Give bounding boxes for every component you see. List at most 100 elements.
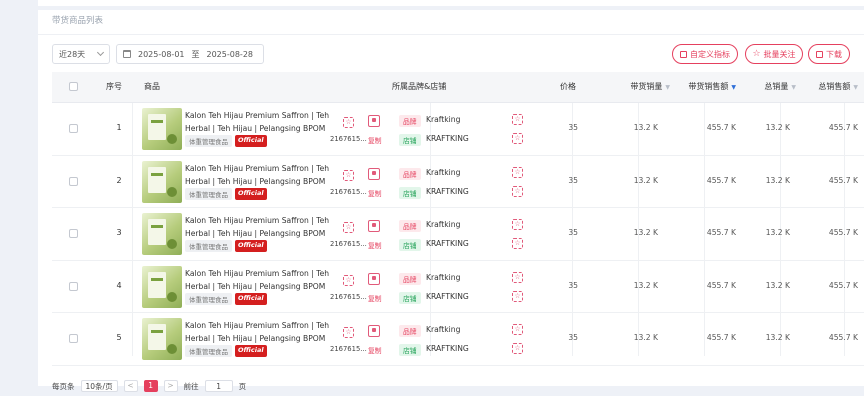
select-all-checkbox[interactable] (69, 82, 78, 91)
page-1-button[interactable]: 1 (143, 380, 158, 392)
brand-name[interactable]: Kraftking (426, 220, 460, 229)
download-button[interactable]: 下载 (808, 44, 850, 64)
row-index: 5 (116, 333, 122, 343)
per-page-select[interactable]: 10条/页 (80, 380, 118, 392)
total-amount-cell: 455.7 K (828, 228, 858, 238)
pagination: 每页条 10条/页 < 1 > 前往 1 页 (52, 376, 246, 396)
official-badge: Official (235, 345, 267, 358)
row-checkbox[interactable] (69, 176, 78, 186)
date-from[interactable]: 2025-08-01 (138, 50, 185, 59)
follow-brand-icon[interactable]: ☆ (512, 271, 523, 283)
sales-volume-cell: 13.2 K (633, 228, 658, 238)
product-id: 2167615... (330, 345, 367, 354)
follow-product-icon[interactable]: ☆ (343, 274, 354, 286)
product-name[interactable]: Kalon Teh Hijau Premium Saffron | Teh He… (185, 109, 331, 135)
brand-name[interactable]: Kraftking (426, 273, 460, 282)
follow-product-icon[interactable]: ☆ (343, 327, 354, 339)
product-name[interactable]: Kalon Teh Hijau Premium Saffron | Teh He… (185, 267, 331, 293)
follow-brand-icon[interactable]: ☆ (512, 114, 523, 125)
shop-icon[interactable] (368, 220, 380, 233)
brand-name[interactable]: Kraftking (426, 168, 460, 177)
date-picker[interactable]: 2025-08-01 至 2025-08-28 (116, 44, 264, 64)
col-total-amount-header[interactable]: 总销售额 ▼ (794, 72, 858, 102)
col-sales-volume-header[interactable]: 带货销量 ▼ (596, 72, 670, 102)
copy-id-link[interactable]: 复制 (368, 293, 382, 303)
follow-brand-icon[interactable]: ☆ (512, 219, 523, 231)
shop-name[interactable]: KRAFTKING (426, 292, 469, 301)
date-to[interactable]: 2025-08-28 (207, 50, 254, 59)
row-index: 3 (116, 228, 122, 238)
copy-id-link[interactable]: 复制 (368, 345, 382, 355)
copy-id-link[interactable]: 复制 (368, 188, 382, 198)
sales-volume-cell: 13.2 K (633, 280, 658, 290)
col-total-volume: 总销量 (764, 82, 789, 91)
follow-shop-icon[interactable]: ☆ (512, 290, 523, 302)
shop-tag: 店铺 (399, 239, 421, 252)
product-thumbnail[interactable] (142, 108, 182, 150)
custom-metrics-button[interactable]: 自定义指标 (672, 44, 738, 64)
sort-caret-icon[interactable]: ▼ (853, 84, 858, 91)
prev-page-button[interactable]: < (123, 380, 138, 392)
brand-name[interactable]: Kraftking (426, 325, 460, 334)
product-thumbnail[interactable] (142, 213, 182, 256)
batch-follow-button[interactable]: ☆ 批量关注 (745, 44, 803, 64)
follow-shop-icon[interactable]: ☆ (512, 343, 523, 355)
col-sales-amount-header[interactable]: 带货销售额 ▼ (662, 72, 736, 102)
table-row[interactable]: 5 Kalon Teh Hijau Premium Saffron | Teh … (52, 313, 864, 366)
product-thumbnail[interactable] (142, 160, 182, 203)
total-volume-cell: 13.2 K (765, 123, 790, 132)
product-thumbnail[interactable] (142, 265, 182, 308)
product-thumbnail[interactable] (142, 318, 182, 361)
row-checkbox[interactable] (69, 124, 78, 133)
brand-name[interactable]: Kraftking (426, 115, 460, 124)
shop-name[interactable]: KRAFTKING (426, 134, 469, 143)
sales-amount-cell: 455.7 K (706, 175, 736, 185)
shop-icon[interactable] (368, 167, 380, 180)
follow-product-icon[interactable]: ☆ (343, 117, 354, 128)
col-product: 商品 (144, 82, 160, 91)
col-price: 价格 (560, 82, 576, 91)
official-badge: Official (235, 187, 267, 200)
product-id: 2167615... (330, 292, 367, 301)
shop-icon[interactable] (368, 115, 380, 127)
row-checkbox[interactable] (69, 229, 78, 239)
table-header: 序号 商品 所属品牌&店铺 价格 带货销量 ▼ 带货销售额 ▼ 总销量 ▼ 总销售额 ▼ (52, 72, 864, 103)
follow-product-icon[interactable]: ☆ (343, 169, 354, 181)
total-volume-cell: 13.2 K (765, 228, 790, 238)
price-cell: 35 (568, 280, 578, 290)
category-tag: 体重管理食品 (185, 135, 232, 147)
sales-amount-cell: 455.7 K (706, 228, 736, 238)
date-range-select[interactable]: 近28天 (52, 44, 110, 64)
copy-id-link[interactable]: 复制 (368, 240, 382, 250)
official-badge: Official (235, 135, 267, 147)
follow-shop-icon[interactable]: ☆ (512, 133, 523, 144)
product-name[interactable]: Kalon Teh Hijau Premium Saffron | Teh He… (185, 319, 331, 345)
follow-brand-icon[interactable]: ☆ (512, 324, 523, 336)
col-sales-amount: 带货销售额 (688, 82, 729, 91)
shop-name[interactable]: KRAFTKING (426, 239, 469, 248)
table-row[interactable]: 2 Kalon Teh Hijau Premium Saffron | Teh … (52, 156, 864, 209)
table-row[interactable]: 4 Kalon Teh Hijau Premium Saffron | Teh … (52, 261, 864, 314)
product-name[interactable]: Kalon Teh Hijau Premium Saffron | Teh He… (185, 214, 331, 240)
follow-product-icon[interactable]: ☆ (343, 222, 354, 234)
brand-tag: 品牌 (399, 272, 421, 285)
list-icon (680, 50, 687, 58)
next-page-button[interactable]: > (163, 380, 178, 392)
copy-id-link[interactable]: 复制 (368, 135, 382, 145)
follow-brand-icon[interactable]: ☆ (512, 166, 523, 178)
total-amount-cell: 455.7 K (828, 123, 858, 132)
product-name[interactable]: Kalon Teh Hijau Premium Saffron | Teh He… (185, 162, 331, 188)
shop-icon[interactable] (368, 325, 380, 338)
col-index: 序号 (106, 82, 122, 91)
row-checkbox[interactable] (69, 334, 78, 344)
follow-shop-icon[interactable]: ☆ (512, 238, 523, 250)
goto-page-input[interactable]: 1 (204, 380, 233, 392)
row-checkbox[interactable] (69, 281, 78, 291)
shop-name[interactable]: KRAFTKING (426, 344, 469, 353)
shop-icon[interactable] (368, 272, 380, 285)
shop-name[interactable]: KRAFTKING (426, 187, 469, 196)
follow-shop-icon[interactable]: ☆ (512, 185, 523, 197)
col-total-volume-header[interactable]: 总销量 ▼ (732, 72, 796, 102)
table-row[interactable]: 3 Kalon Teh Hijau Premium Saffron | Teh … (52, 208, 864, 261)
table-row[interactable]: 1 Kalon Teh Hijau Premium Saffron | Teh … (52, 103, 864, 156)
